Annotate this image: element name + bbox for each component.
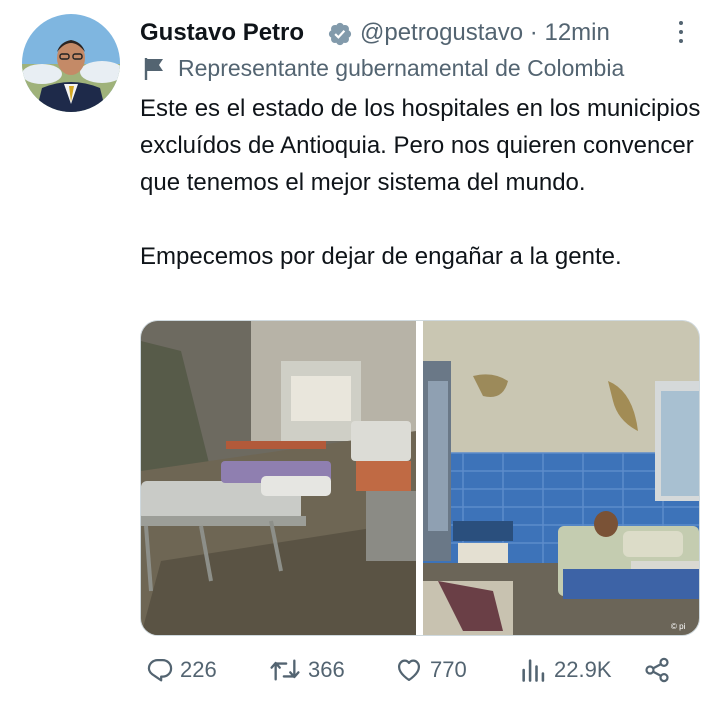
flag-icon — [144, 58, 163, 80]
hospital-hallway-photo[interactable] — [141, 321, 416, 635]
display-name[interactable]: Gustavo Petro — [140, 19, 304, 47]
avatar[interactable] — [22, 14, 120, 112]
media-grid[interactable]: © pi — [140, 320, 700, 636]
reply-count: 226 — [180, 657, 217, 682]
share-icon — [645, 657, 669, 683]
hospital-room-photo[interactable]: © pi — [423, 321, 699, 635]
handle-and-time[interactable]: @petrogustavo · 12min — [360, 19, 610, 47]
photo-watermark: © pi — [671, 622, 686, 631]
retweet-button[interactable]: 366 — [268, 648, 378, 692]
like-button[interactable]: 770 — [394, 648, 494, 692]
reply-button[interactable]: 226 — [146, 648, 236, 692]
retweet-count: 366 — [308, 657, 345, 682]
verified-badge-icon — [328, 22, 352, 46]
tweet-text: Este es el estado de los hospitales en l… — [140, 95, 701, 270]
views-button[interactable]: 22.9K — [520, 648, 630, 692]
like-count: 770 — [430, 657, 467, 682]
views-count: 22.9K — [554, 657, 612, 682]
action-bar: 226 366 770 22.9K — [140, 648, 700, 692]
more-icon[interactable] — [671, 18, 691, 46]
retweet-icon — [270, 659, 300, 681]
reply-icon — [147, 658, 173, 682]
like-icon — [397, 659, 421, 682]
affiliation-text: Representante gubernamental de Colombia — [178, 55, 625, 81]
views-icon — [522, 659, 545, 682]
share-button[interactable] — [642, 648, 678, 692]
tweet-header: Gustavo Petro @petrogustavo · 12min — [140, 14, 699, 50]
